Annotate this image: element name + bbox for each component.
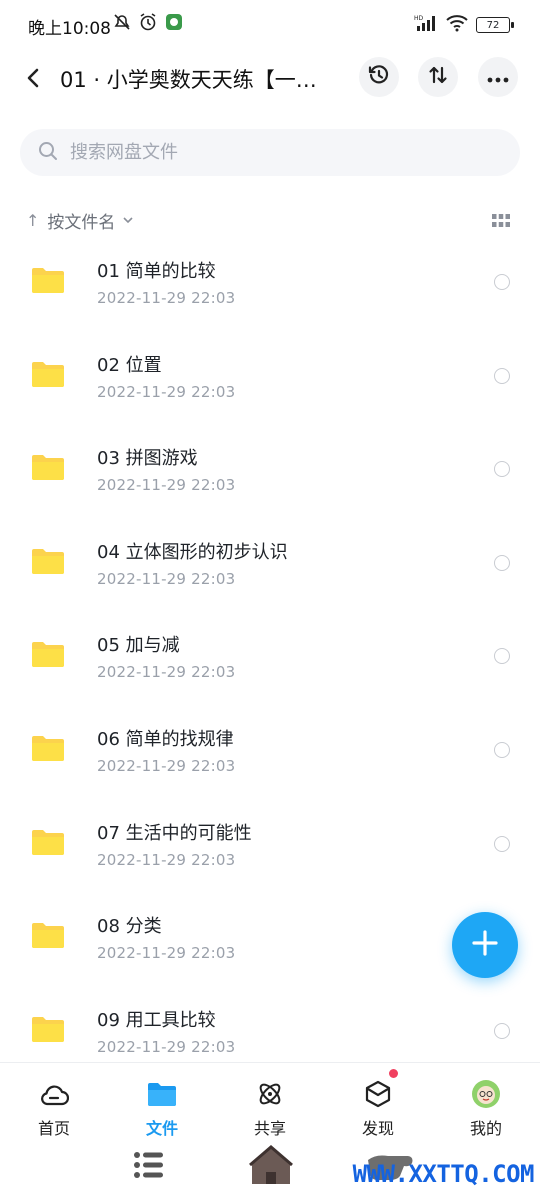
folder-icon xyxy=(32,735,64,761)
file-name: 05 加与减 xyxy=(97,635,180,657)
tab-discover-label: 发现 xyxy=(361,1119,394,1138)
select-radio[interactable] xyxy=(494,274,510,290)
tab-files-label: 文件 xyxy=(145,1119,178,1138)
mute-icon xyxy=(112,12,132,32)
wifi-icon xyxy=(446,14,468,36)
svg-text:HD: HD xyxy=(414,15,424,22)
app-notification-icon xyxy=(164,12,184,32)
list-item[interactable]: 07 生活中的可能性 2022-11-29 22:03 xyxy=(0,797,540,891)
select-radio[interactable] xyxy=(494,648,510,665)
list-item[interactable]: 04 立体图形的初步认识 2022-11-29 22:03 xyxy=(0,516,540,610)
add-button[interactable] xyxy=(452,912,518,978)
folder-icon xyxy=(32,641,64,668)
sort-arrow-icon[interactable]: ↑ xyxy=(26,211,39,230)
file-name: 04 立体图形的初步认识 xyxy=(97,541,288,563)
screen: 晚上10:08 HD 72 01 · 小学奥数天天练【一… 搜索网盘文件 ↑ 按… xyxy=(0,0,540,1200)
menu-icon[interactable] xyxy=(132,1148,166,1186)
list-item[interactable]: 01 简单的比较 2022-11-29 22:03 xyxy=(0,235,540,329)
folder-icon xyxy=(32,361,64,387)
file-name: 02 位置 xyxy=(97,354,162,376)
folder-icon xyxy=(32,548,64,574)
search-bar[interactable] xyxy=(20,129,520,176)
grid-view-icon[interactable] xyxy=(492,213,510,227)
home-cloud-icon xyxy=(39,1079,69,1109)
status-right: HD 72 xyxy=(414,14,514,36)
file-date: 2022-11-29 22:03 xyxy=(97,756,236,775)
folder-icon xyxy=(32,922,64,949)
file-name: 01 简单的比较 xyxy=(97,261,216,282)
file-name: 06 简单的找规律 xyxy=(97,728,234,750)
signal-icon: HD xyxy=(414,14,438,36)
page-title: 01 · 小学奥数天天练【一… xyxy=(60,68,317,92)
file-date: 2022-11-29 22:03 xyxy=(97,382,236,401)
folder-icon xyxy=(32,267,64,293)
select-radio[interactable] xyxy=(494,554,510,571)
file-date: 2022-11-29 22:03 xyxy=(97,944,236,963)
status-icons xyxy=(112,12,184,32)
plus-icon xyxy=(471,929,499,961)
list-item[interactable]: 03 拼图游戏 2022-11-29 22:03 xyxy=(0,422,540,516)
search-icon xyxy=(38,141,58,165)
transfer-arrows-icon xyxy=(427,64,449,90)
tab-share-label: 共享 xyxy=(253,1119,286,1138)
sort-label[interactable]: 按文件名 xyxy=(47,208,115,233)
sort-dropdown-icon[interactable] xyxy=(123,213,133,227)
folder-icon xyxy=(32,1016,64,1042)
more-dots-icon xyxy=(487,68,509,87)
battery-icon: 72 xyxy=(476,17,514,33)
folder-icon xyxy=(32,829,64,855)
house-icon[interactable] xyxy=(248,1144,294,1192)
files-folder-icon xyxy=(147,1079,177,1109)
transfer-button[interactable] xyxy=(418,57,458,97)
folder-icon xyxy=(32,454,64,481)
select-radio[interactable] xyxy=(494,1022,510,1039)
share-atom-icon xyxy=(255,1079,285,1109)
sort-row: ↑ 按文件名 xyxy=(26,205,514,235)
header: 01 · 小学奥数天天练【一… xyxy=(0,52,540,104)
history-icon xyxy=(367,63,391,91)
tab-share[interactable]: 共享 xyxy=(216,1063,324,1142)
list-item[interactable]: 06 简单的找规律 2022-11-29 22:03 xyxy=(0,703,540,797)
list-item[interactable]: 02 位置 2022-11-29 22:03 xyxy=(0,329,540,423)
notification-dot xyxy=(389,1069,398,1078)
tab-home-label: 首页 xyxy=(37,1119,70,1138)
select-radio[interactable] xyxy=(494,461,510,478)
bottom-nav: 首页 文件 共享 发现 我的 xyxy=(0,1062,540,1142)
file-date: 2022-11-29 22:03 xyxy=(97,663,236,682)
file-name: 07 生活中的可能性 xyxy=(97,822,252,844)
tab-files[interactable]: 文件 xyxy=(108,1063,216,1142)
history-button[interactable] xyxy=(359,57,399,97)
avatar xyxy=(471,1079,501,1109)
system-nav-bar: WWW.XXTTQ.COM xyxy=(0,1142,540,1200)
status-time: 晚上10:08 xyxy=(28,19,111,39)
tab-discover[interactable]: 发现 xyxy=(324,1063,432,1142)
status-bar: 晚上10:08 HD 72 xyxy=(0,0,540,50)
file-name: 09 用工具比较 xyxy=(97,1009,216,1031)
file-date: 2022-11-29 22:03 xyxy=(97,476,236,495)
file-name: 03 拼图游戏 xyxy=(97,448,198,470)
back-arrow-icon[interactable] xyxy=(20,64,48,92)
discover-cube-icon xyxy=(363,1079,393,1109)
more-button[interactable] xyxy=(478,57,518,97)
file-date: 2022-11-29 22:03 xyxy=(97,569,236,588)
file-name: 08 分类 xyxy=(97,916,162,938)
alarm-icon xyxy=(138,12,158,32)
select-radio[interactable] xyxy=(494,835,510,852)
search-input[interactable] xyxy=(70,142,470,163)
select-radio[interactable] xyxy=(494,741,510,758)
tab-home[interactable]: 首页 xyxy=(0,1063,108,1142)
list-item[interactable]: 05 加与减 2022-11-29 22:03 xyxy=(0,609,540,703)
select-radio[interactable] xyxy=(494,367,510,384)
file-date: 2022-11-29 22:03 xyxy=(97,1037,236,1056)
file-date: 2022-11-29 22:03 xyxy=(97,850,236,869)
tab-mine[interactable]: 我的 xyxy=(432,1063,540,1142)
watermark-text: WWW.XXTTQ.COM xyxy=(352,1160,535,1188)
battery-level: 72 xyxy=(486,19,500,31)
tab-mine-label: 我的 xyxy=(469,1119,502,1138)
file-date: 2022-11-29 22:03 xyxy=(97,289,236,307)
